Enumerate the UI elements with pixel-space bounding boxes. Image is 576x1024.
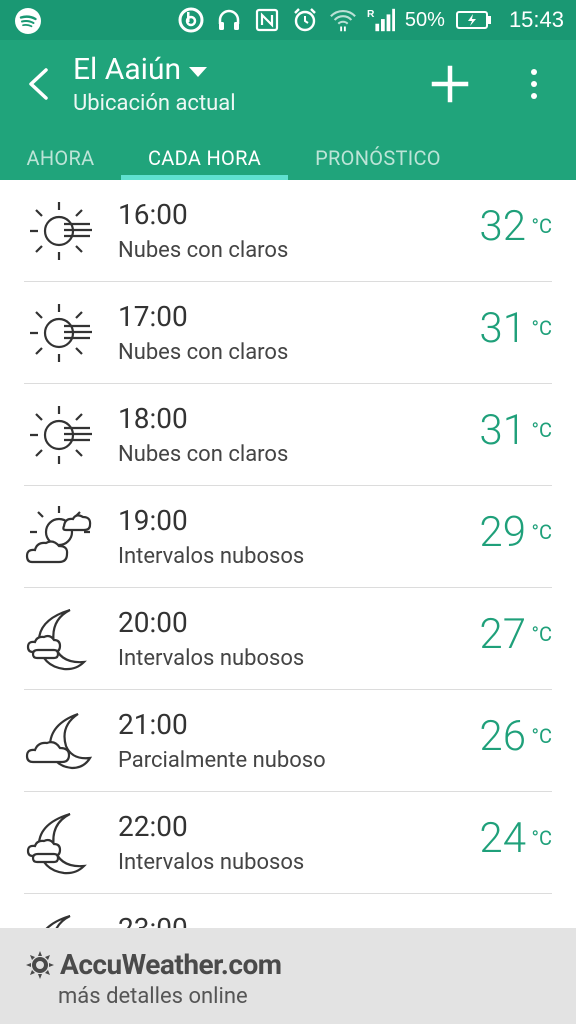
hour-condition: Nubes con claros [118, 442, 289, 467]
hour-row[interactable]: 19:00 Intervalos nubosos 29 °C [24, 486, 552, 588]
moon-cloud-icon [24, 706, 94, 776]
hour-row[interactable]: 17:00 Nubes con claros 31 °C [24, 282, 552, 384]
clock: 15:43 [508, 7, 564, 32]
temperature-unit: °C [531, 214, 553, 238]
accuweather-brand: AccuWeather.com [60, 948, 282, 981]
temperature-unit: °C [531, 520, 553, 544]
hour-condition: Parcialmente nuboso [118, 748, 326, 773]
add-location-button[interactable] [428, 62, 472, 106]
sun-haze-icon [24, 298, 94, 368]
temperature-unit: °C [531, 316, 553, 340]
signal-icon: R [367, 6, 395, 34]
nfc-icon [253, 6, 281, 34]
hour-condition: Intervalos nubosos [118, 850, 305, 875]
hour-time: 17:00 [118, 300, 188, 333]
hour-condition: Nubes con claros [118, 340, 289, 365]
status-bar: R 50% 15:43 [0, 0, 576, 40]
tab-pronostico[interactable]: PRONÓSTICO [288, 135, 468, 180]
moon-icon [24, 910, 94, 928]
battery-icon [455, 6, 493, 34]
app-bar: El Aaiún Ubicación actual AHORA CADA HOR… [0, 40, 576, 180]
hour-row[interactable]: 21:00 Parcialmente nuboso 26 °C [24, 690, 552, 792]
hour-temperature: 26 [479, 712, 526, 761]
accuweather-sun-icon [26, 950, 54, 979]
hour-time: 19:00 [118, 504, 188, 537]
hour-row[interactable]: 23:00 [24, 894, 552, 928]
hour-time: 18:00 [118, 402, 188, 435]
hour-condition: Intervalos nubosos [118, 544, 305, 569]
headphones-icon [215, 6, 243, 34]
location-selector[interactable]: El Aaiún Ubicación actual [73, 52, 236, 116]
hour-time: 22:00 [118, 810, 188, 843]
sun-haze-icon [24, 400, 94, 470]
city-name: El Aaiún [73, 52, 182, 87]
temperature-unit: °C [531, 622, 553, 646]
temperature-unit: °C [531, 418, 553, 442]
sun-clouds-icon [24, 502, 94, 572]
temperature-unit: °C [531, 826, 553, 850]
hour-row[interactable]: 20:00 Intervalos nubosos 27 °C [24, 588, 552, 690]
tab-bar: AHORA CADA HORA PRONÓSTICO [0, 135, 576, 180]
hour-time: 21:00 [118, 708, 188, 741]
hour-time: 16:00 [118, 198, 188, 231]
spotify-icon [14, 7, 42, 35]
back-arrow-icon[interactable] [20, 62, 56, 106]
location-subtitle: Ubicación actual [73, 91, 236, 116]
moon-clouds-icon [24, 808, 94, 878]
hour-temperature: 27 [479, 610, 526, 659]
temperature-unit: °C [531, 724, 553, 748]
chevron-down-icon [189, 66, 208, 77]
hourly-list[interactable]: 16:00 Nubes con claros 32 °C 17:00 Nubes… [0, 180, 576, 928]
hour-row[interactable]: 16:00 Nubes con claros 32 °C [24, 180, 552, 282]
tab-ahora[interactable]: AHORA [0, 135, 121, 180]
hour-row[interactable]: 18:00 Nubes con claros 31 °C [24, 384, 552, 486]
svg-text:R: R [367, 9, 375, 20]
hour-temperature: 24 [479, 814, 526, 863]
wifi-icon [329, 6, 357, 34]
battery-percent: 50% [404, 8, 445, 31]
alarm-icon [291, 6, 319, 34]
hour-row[interactable]: 22:00 Intervalos nubosos 24 °C [24, 792, 552, 894]
hour-temperature: 32 [479, 202, 526, 251]
hour-time: 20:00 [118, 606, 188, 639]
sun-haze-icon [24, 196, 94, 266]
hour-time: 23:00 [118, 912, 188, 928]
hour-condition: Intervalos nubosos [118, 646, 305, 671]
footer-subtitle: más detalles online [58, 984, 248, 1009]
hour-temperature: 31 [479, 304, 526, 353]
tab-cada-hora[interactable]: CADA HORA [121, 135, 288, 180]
hour-temperature: 31 [479, 406, 526, 455]
beats-icon [177, 6, 205, 34]
hour-temperature: 29 [479, 508, 526, 557]
overflow-menu-icon[interactable] [520, 62, 548, 106]
accuweather-footer[interactable]: AccuWeather.com más detalles online [0, 928, 576, 1024]
moon-clouds-icon [24, 604, 94, 674]
hour-condition: Nubes con claros [118, 238, 289, 263]
